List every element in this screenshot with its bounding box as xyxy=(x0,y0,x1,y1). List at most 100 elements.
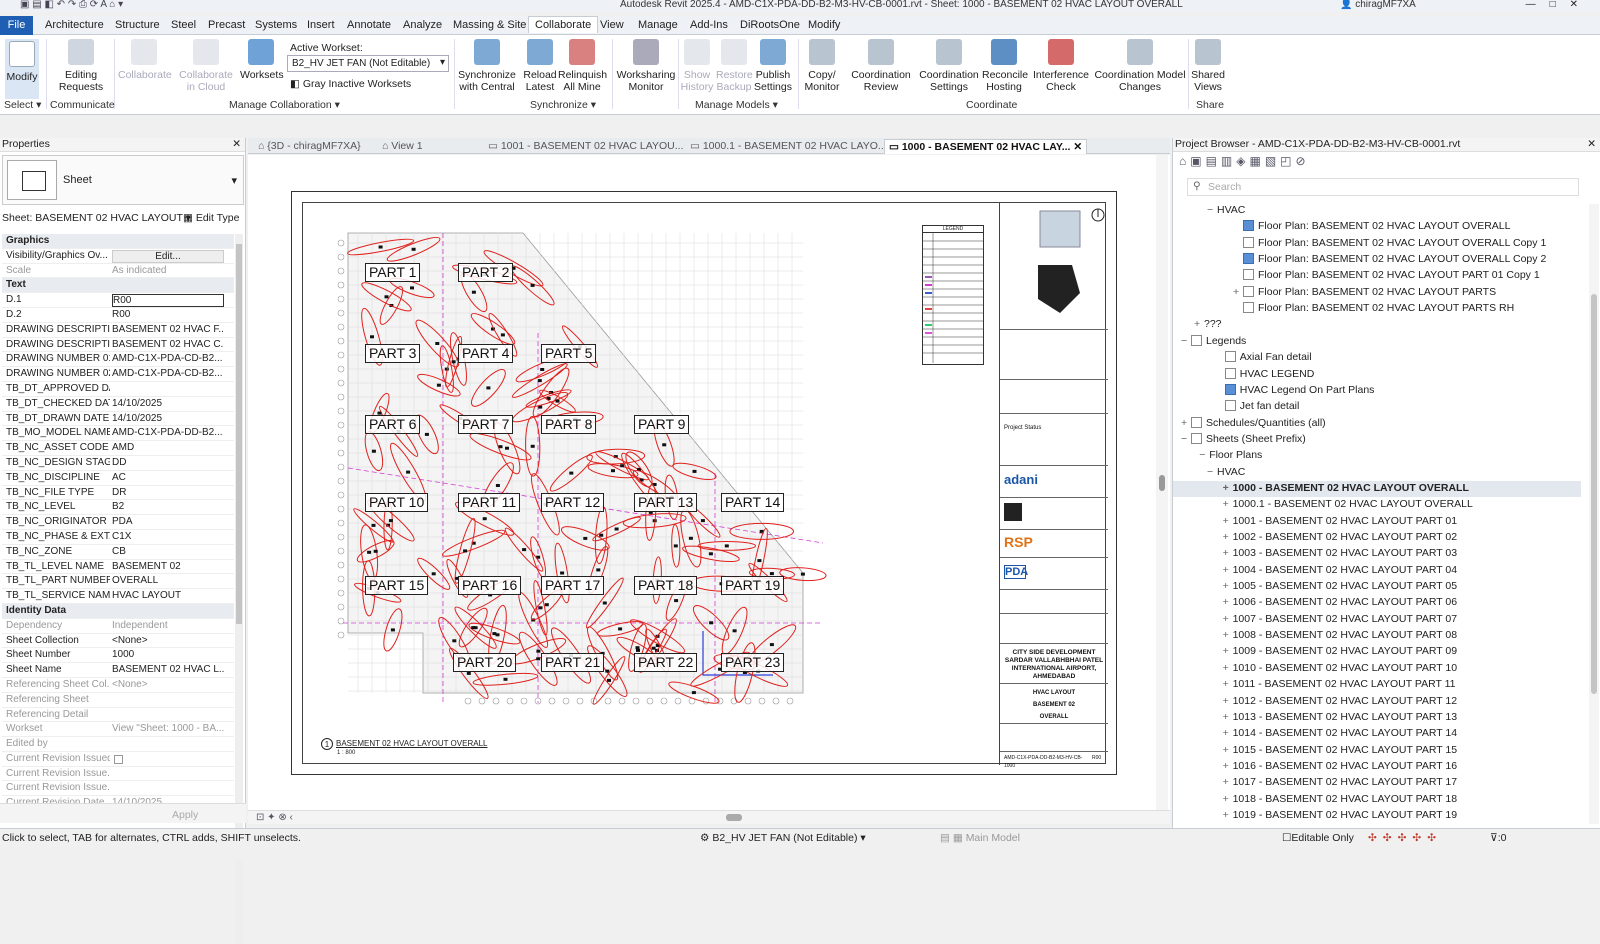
quick-access-toolbar[interactable]: ▣ ▤ ◧ ↶ ↷ ⎙ ⟳ A ⌂ ▾ xyxy=(20,0,123,10)
jet-fan[interactable] xyxy=(688,536,693,540)
jet-fan[interactable] xyxy=(692,469,697,473)
jet-fan[interactable] xyxy=(635,646,640,650)
apply-button[interactable]: Apply xyxy=(172,809,198,821)
browser-tree-item[interactable]: +1007 - BASEMENT 02 HVAC LAYOUT PART 07 xyxy=(1223,613,1457,625)
jet-fan[interactable] xyxy=(471,290,476,294)
jet-fan[interactable] xyxy=(732,629,737,633)
tab-analyze[interactable]: Analyze xyxy=(403,19,442,31)
jet-fan[interactable] xyxy=(673,544,678,548)
jet-fan[interactable] xyxy=(452,639,457,643)
property-value[interactable]: AMD-C1X-PDA-DD-B2... xyxy=(112,426,224,440)
property-value[interactable]: AMD xyxy=(112,441,224,455)
jet-fan[interactable] xyxy=(424,432,429,436)
browser-tree-item[interactable]: +1006 - BASEMENT 02 HVAC LAYOUT PART 06 xyxy=(1223,596,1457,608)
property-row[interactable]: D.1 R00 xyxy=(2,293,234,308)
jet-fan[interactable] xyxy=(536,657,541,661)
jet-fan[interactable] xyxy=(611,469,615,473)
browser-tree-item[interactable]: +??? xyxy=(1194,318,1222,330)
manage-models-group-label[interactable]: Manage Models ▾ xyxy=(695,99,778,111)
jet-fan[interactable] xyxy=(536,649,541,653)
part-label[interactable]: PART 12 xyxy=(541,493,605,512)
property-row[interactable]: Edited by xyxy=(2,737,234,752)
tab-add-ins[interactable]: Add-Ins xyxy=(690,19,728,31)
jet-fan[interactable] xyxy=(599,533,604,537)
manage-collaboration-group-label[interactable]: Manage Collaboration ▾ xyxy=(229,99,340,111)
tab-architecture[interactable]: Architecture xyxy=(45,19,104,31)
expand-icon[interactable]: + xyxy=(1223,645,1233,657)
property-row[interactable]: TB_DT_CHECKED DATE 14/10/2025 xyxy=(2,397,234,412)
tab-structure[interactable]: Structure xyxy=(115,19,160,31)
jet-fan[interactable] xyxy=(537,379,542,383)
jet-fan[interactable] xyxy=(724,544,729,548)
property-value[interactable]: PDA xyxy=(112,515,224,529)
expand-icon[interactable]: + xyxy=(1194,318,1204,330)
jet-fan[interactable] xyxy=(560,571,565,575)
scroll-thumb[interactable] xyxy=(1159,475,1165,491)
jet-fan[interactable] xyxy=(435,342,440,345)
expand-icon[interactable]: + xyxy=(1233,286,1243,298)
collapse-icon[interactable]: − xyxy=(1207,466,1217,478)
close-icon[interactable]: ✕ xyxy=(1587,138,1596,150)
scroll-thumb[interactable] xyxy=(726,814,742,821)
browser-tree-item[interactable]: Axial Fan detail xyxy=(1215,351,1312,363)
selection-toggle-icons[interactable]: ✣✣✣✣✣ xyxy=(1368,832,1442,844)
property-value[interactable]: Edit... xyxy=(112,249,224,263)
property-row[interactable]: TB_TL_SERVICE NAME HVAC LAYOUT xyxy=(2,589,234,604)
part-label[interactable]: PART 23 xyxy=(721,653,785,672)
jet-fan[interactable] xyxy=(503,677,508,681)
tab-sheet-1000[interactable]: ▭ 1000 - BASEMENT 02 HVAC LAY... ✕ xyxy=(884,139,1088,154)
jet-fan[interactable] xyxy=(555,399,560,403)
collapse-icon[interactable]: − xyxy=(1199,449,1209,461)
expand-icon[interactable]: + xyxy=(1223,596,1233,608)
tab-manage[interactable]: Manage xyxy=(638,19,678,31)
window-controls[interactable]: —□✕ xyxy=(1526,0,1592,10)
property-row[interactable]: DRAWING NUMBER 02 AMD-C1X-PDA-CD-B2... xyxy=(2,367,234,382)
property-row[interactable]: D.2 R00 xyxy=(2,308,234,323)
property-value[interactable]: Independent xyxy=(112,619,224,633)
part-label[interactable]: PART 15 xyxy=(365,576,429,595)
part-label[interactable]: PART 16 xyxy=(458,576,522,595)
jet-fan[interactable] xyxy=(620,464,625,468)
jet-fan[interactable] xyxy=(505,446,509,450)
jet-fan[interactable] xyxy=(708,552,713,556)
browser-tree-item[interactable]: +1000.1 - BASEMENT 02 HVAC LAYOUT OVERAL… xyxy=(1223,498,1473,510)
jet-fan[interactable] xyxy=(769,643,774,647)
jet-fan[interactable] xyxy=(471,626,476,630)
expand-icon[interactable]: + xyxy=(1223,547,1233,559)
property-value[interactable]: View "Sheet: 1000 - BA... xyxy=(112,722,224,736)
browser-tree-item[interactable]: Floor Plan: BASEMENT 02 HVAC LAYOUT PART… xyxy=(1233,302,1514,314)
part-label[interactable]: PART 10 xyxy=(365,493,429,512)
property-value[interactable]: AMD-C1X-PDA-CD-B2... xyxy=(112,367,224,381)
property-row[interactable]: TB_DT_APPROVED DA... xyxy=(2,382,234,397)
tab-dirootsone[interactable]: DiRootsOne xyxy=(740,19,800,31)
edit-type-button[interactable]: ▦ Edit Type xyxy=(183,212,239,224)
browser-tree-item[interactable]: +1011 - BASEMENT 02 HVAC LAYOUT PART 11 xyxy=(1223,678,1456,690)
browser-toolbar[interactable]: ⌂▣▤▥◈▦▧◰⊘ xyxy=(1179,154,1310,168)
expand-icon[interactable]: + xyxy=(1181,417,1191,429)
publish-settings-button[interactable]: Publish Settings xyxy=(752,39,794,93)
browser-tree-item[interactable]: Floor Plan: BASEMENT 02 HVAC LAYOUT OVER… xyxy=(1233,253,1546,265)
browser-tree-item[interactable]: Jet fan detail xyxy=(1215,400,1299,412)
property-row[interactable]: TB_TL_PART NUMBER OVERALL xyxy=(2,574,234,590)
browser-tree-item[interactable]: HVAC LEGEND xyxy=(1215,367,1314,380)
tab-sheet-1000-1[interactable]: ▭ 1000.1 - BASEMENT 02 HVAC LAYO... xyxy=(686,139,891,154)
tab-view-1[interactable]: ⌂ View 1 xyxy=(378,139,427,154)
browser-tree-item[interactable]: + Floor Plan: BASEMENT 02 HVAC LAYOUT PAR… xyxy=(1233,285,1496,298)
type-selector[interactable]: Sheet ▾ xyxy=(2,155,244,205)
expand-icon[interactable]: + xyxy=(1223,695,1233,707)
jet-fan[interactable] xyxy=(388,519,393,523)
synchronize-central-button[interactable]: Synchronize with Central xyxy=(456,39,518,93)
part-label[interactable]: PART 21 xyxy=(541,653,605,672)
copy-monitor-button[interactable]: Copy/ Monitor xyxy=(800,39,844,93)
property-value[interactable]: AC xyxy=(112,471,224,485)
jet-fan[interactable] xyxy=(370,335,374,339)
jet-fan[interactable] xyxy=(605,669,610,673)
property-row[interactable]: Visibility/Graphics Ov... Edit... xyxy=(2,249,234,264)
expand-icon[interactable]: + xyxy=(1223,564,1233,576)
part-label[interactable]: PART 22 xyxy=(634,653,698,672)
reload-latest-button[interactable]: Reload Latest xyxy=(522,39,558,93)
expand-icon[interactable]: + xyxy=(1223,629,1233,641)
expand-icon[interactable]: + xyxy=(1223,678,1233,690)
part-label[interactable]: PART 20 xyxy=(453,653,517,672)
tab-insert[interactable]: Insert xyxy=(307,19,335,31)
